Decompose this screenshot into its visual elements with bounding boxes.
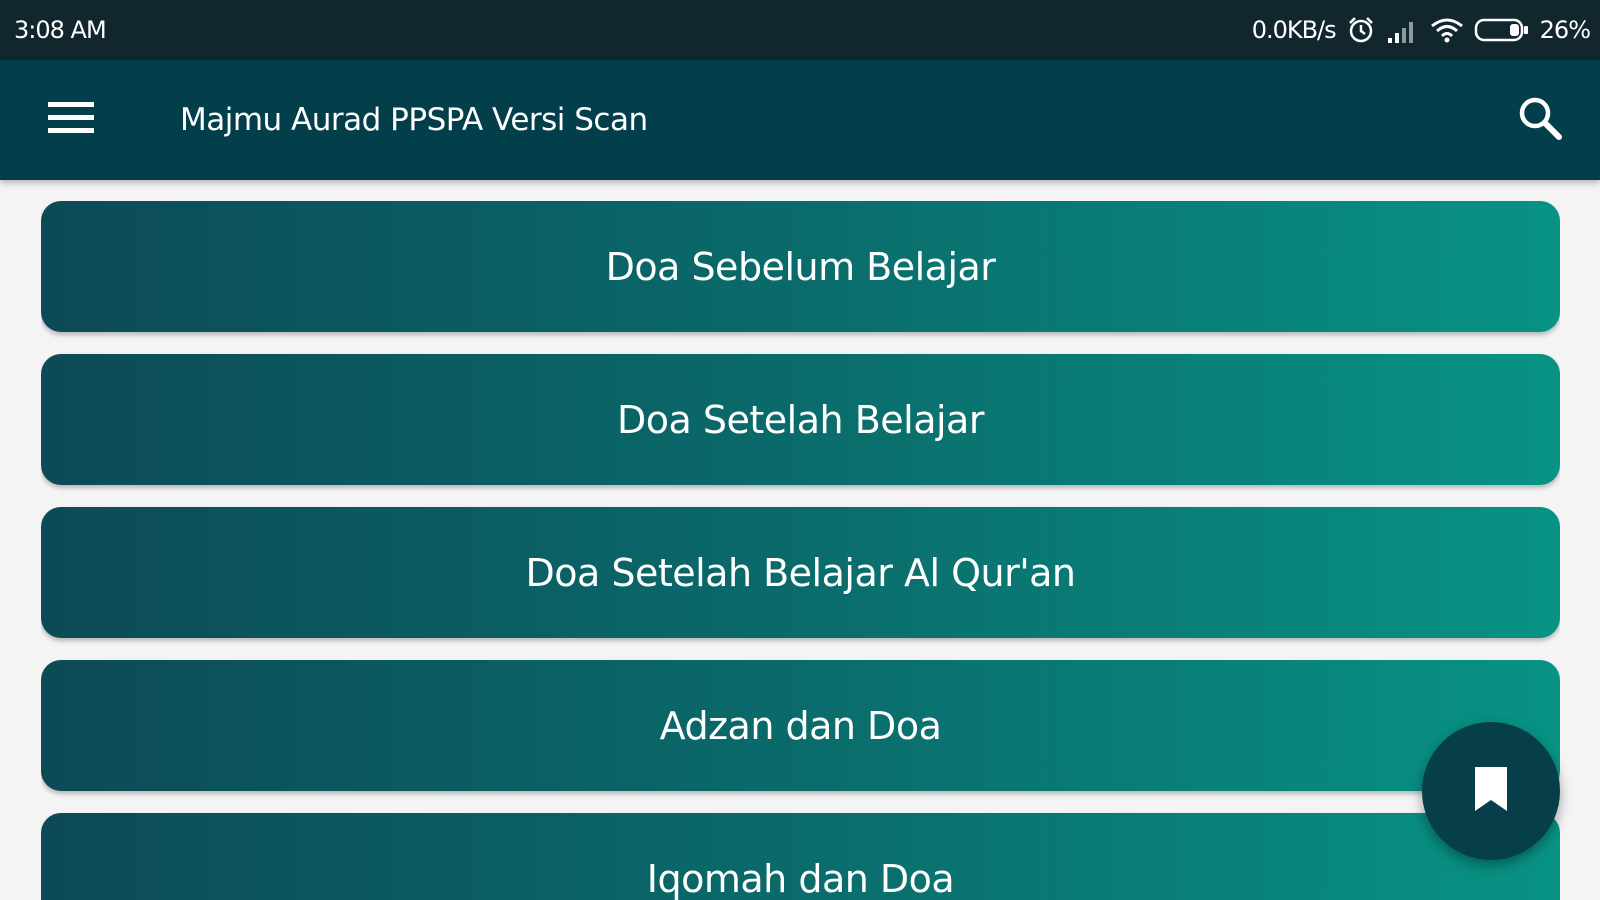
battery-icon — [1474, 16, 1530, 44]
menu-button[interactable] — [36, 90, 106, 150]
doa-list: Doa Sebelum Belajar Doa Setelah Belajar … — [41, 201, 1560, 900]
list-item-doa-setelah-belajar-al-quran[interactable]: Doa Setelah Belajar Al Qur'an — [41, 507, 1560, 638]
list-item-adzan-dan-doa[interactable]: Adzan dan Doa — [41, 660, 1560, 791]
status-icons: 0.0KB/s 26% — [1251, 15, 1591, 45]
wifi-icon — [1430, 16, 1464, 44]
bookmark-icon — [1471, 765, 1511, 817]
page-title: Majmu Aurad PPSPA Versi Scan — [180, 102, 648, 138]
bookmark-fab-button[interactable] — [1422, 722, 1560, 860]
list-item-doa-sebelum-belajar[interactable]: Doa Sebelum Belajar — [41, 201, 1560, 332]
search-icon — [1516, 94, 1564, 146]
list-item-label: Doa Setelah Belajar — [617, 397, 984, 442]
network-speed: 0.0KB/s — [1251, 16, 1337, 44]
alarm-icon — [1346, 15, 1376, 45]
battery-level: 26% — [1539, 16, 1591, 44]
signal-icon — [1386, 16, 1420, 44]
list-item-label: Adzan dan Doa — [659, 703, 942, 748]
list-item-label: Doa Setelah Belajar Al Qur'an — [525, 550, 1076, 595]
list-item-label: Doa Sebelum Belajar — [605, 244, 996, 289]
status-bar: 3:08 AM 0.0KB/s 26% — [0, 0, 1600, 60]
search-button[interactable] — [1508, 90, 1572, 150]
app-bar: Majmu Aurad PPSPA Versi Scan — [0, 60, 1600, 180]
list-item-label: Iqomah dan Doa — [646, 856, 955, 900]
hamburger-menu-icon — [46, 98, 96, 142]
status-time: 3:08 AM — [14, 16, 107, 44]
list-item-iqomah-dan-doa[interactable]: Iqomah dan Doa — [41, 813, 1560, 900]
list-item-doa-setelah-belajar[interactable]: Doa Setelah Belajar — [41, 354, 1560, 485]
